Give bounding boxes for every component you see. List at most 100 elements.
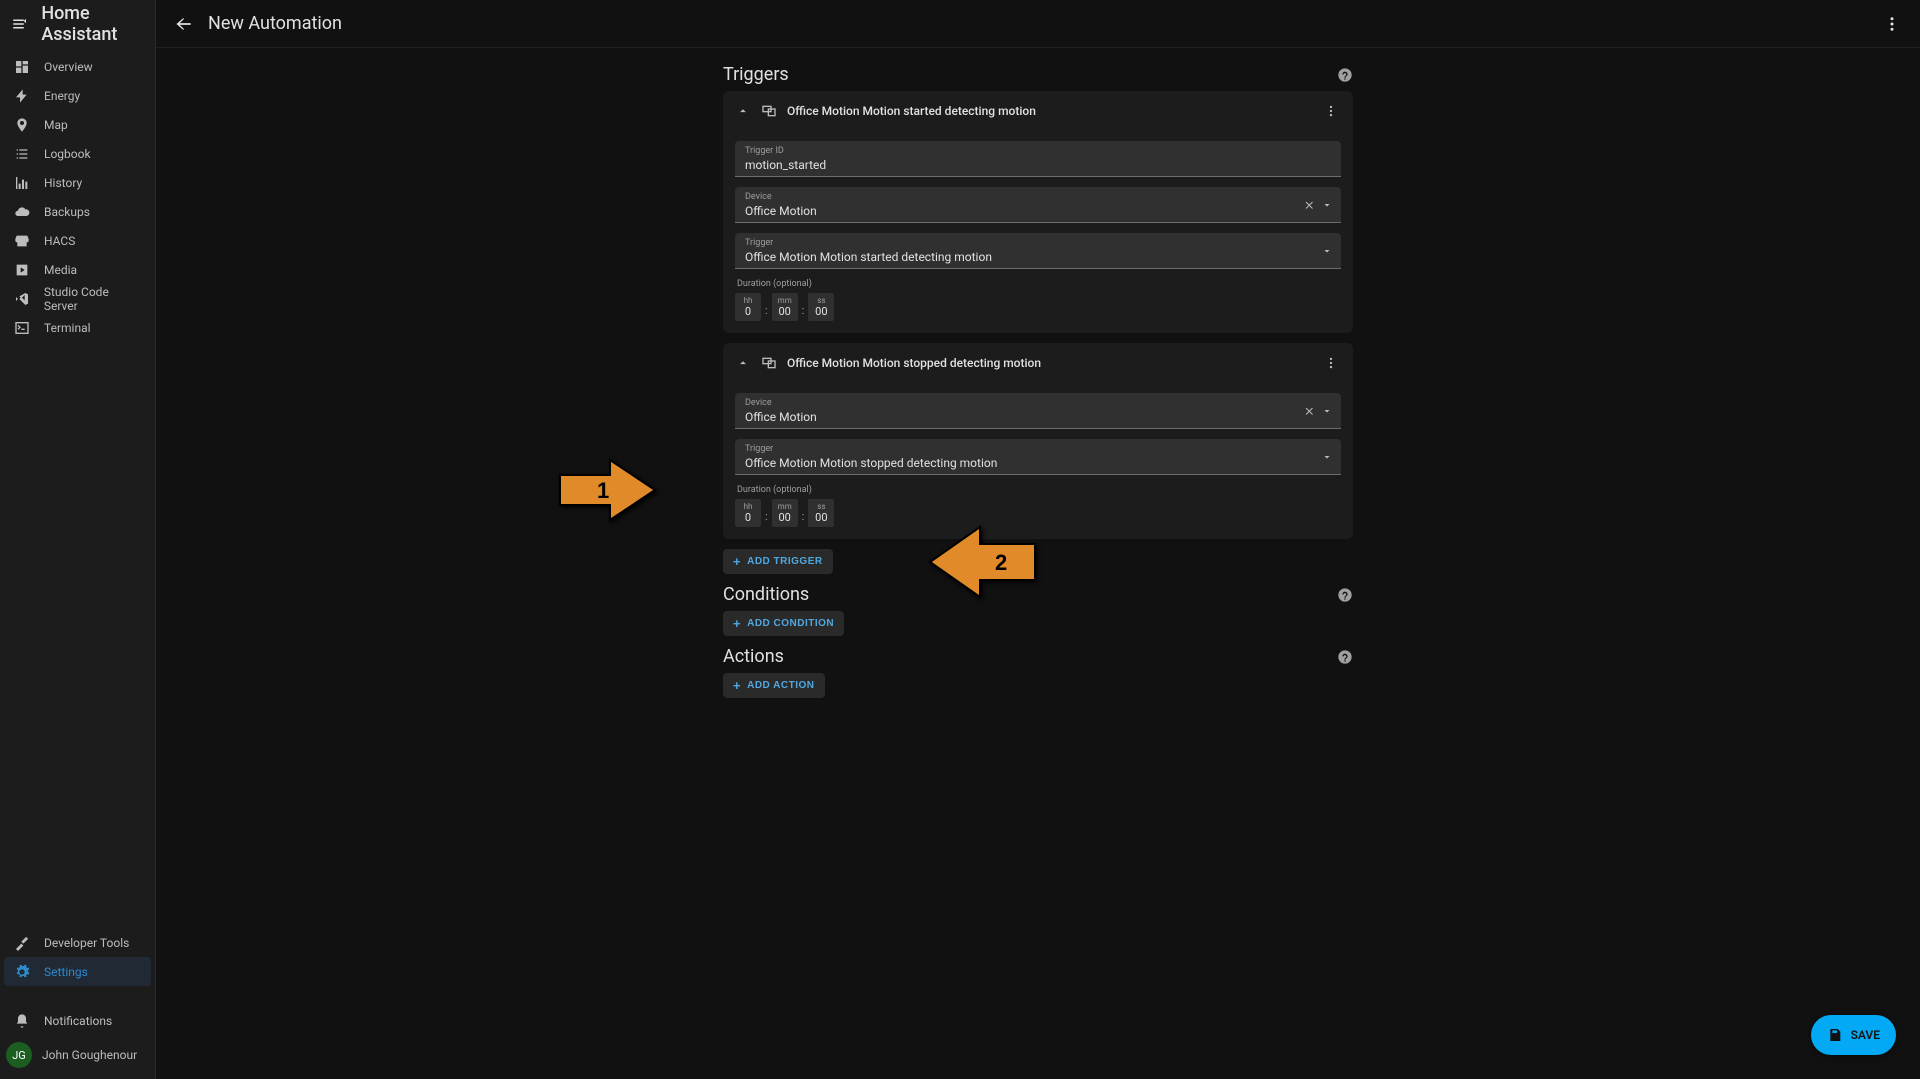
field-value: Office Motion bbox=[745, 204, 1331, 218]
clear-icon[interactable] bbox=[1303, 405, 1315, 417]
field-value: Office Motion Motion stopped detecting m… bbox=[745, 456, 1331, 470]
app-title: Home Assistant bbox=[41, 3, 145, 45]
chevron-down-icon[interactable] bbox=[1321, 245, 1333, 257]
svg-text:2: 2 bbox=[995, 550, 1007, 575]
chevron-down-icon[interactable] bbox=[1321, 405, 1333, 417]
actions-title: Actions bbox=[723, 646, 784, 667]
sidebar-item-label: Backups bbox=[44, 205, 90, 219]
field-label: Trigger ID bbox=[745, 147, 1331, 156]
field-label: Trigger bbox=[745, 445, 1331, 454]
help-icon[interactable] bbox=[1337, 649, 1353, 665]
bell-icon bbox=[10, 1013, 34, 1029]
sidebar-user[interactable]: JG John Goughenour bbox=[0, 1035, 155, 1075]
plus-icon: + bbox=[733, 679, 741, 692]
sidebar-item-label: Developer Tools bbox=[44, 936, 129, 950]
sidebar-item-history[interactable]: History bbox=[0, 168, 155, 197]
svg-text:1: 1 bbox=[597, 478, 609, 503]
sidebar-item-label: Studio Code Server bbox=[44, 285, 145, 313]
sidebar-item-studio-code[interactable]: Studio Code Server bbox=[0, 284, 155, 313]
sidebar-list: Overview Energy Map Logbook History Back… bbox=[0, 48, 155, 928]
sidebar-item-devtools[interactable]: Developer Tools bbox=[0, 928, 155, 957]
add-condition-button[interactable]: + ADD CONDITION bbox=[723, 611, 844, 636]
duration-ss[interactable]: ss00 bbox=[808, 293, 834, 321]
trigger-card: Office Motion Motion started detecting m… bbox=[723, 91, 1353, 333]
help-icon[interactable] bbox=[1337, 587, 1353, 603]
sidebar-item-terminal[interactable]: Terminal bbox=[0, 313, 155, 342]
vscode-icon bbox=[10, 291, 34, 307]
topbar: New Automation bbox=[156, 0, 1920, 48]
remaining-duration-label: Duration (optional) bbox=[737, 485, 1341, 495]
field-label: Trigger bbox=[745, 239, 1331, 248]
sidebar-item-label: HACS bbox=[44, 234, 75, 248]
save-button[interactable]: SAVE bbox=[1811, 1015, 1896, 1055]
sidebar-item-settings[interactable]: Settings bbox=[4, 957, 151, 986]
map-icon bbox=[10, 117, 34, 133]
chevron-up-icon[interactable] bbox=[733, 101, 753, 121]
chart-icon bbox=[10, 175, 34, 191]
trigger-id-field[interactable]: Trigger ID motion_started bbox=[735, 141, 1341, 177]
device-field[interactable]: Device Office Motion bbox=[735, 187, 1341, 223]
user-name: John Goughenour bbox=[42, 1048, 137, 1062]
duration-ss[interactable]: ss00 bbox=[808, 499, 834, 527]
chevron-down-icon[interactable] bbox=[1321, 199, 1333, 211]
sidebar-item-energy[interactable]: Energy bbox=[0, 81, 155, 110]
duration-hh[interactable]: hh0 bbox=[735, 499, 761, 527]
trigger-card-title: Office Motion Motion started detecting m… bbox=[787, 104, 1036, 118]
wrench-icon bbox=[10, 935, 34, 951]
trigger-field[interactable]: Trigger Office Motion Motion started det… bbox=[735, 233, 1341, 269]
play-box-icon bbox=[10, 262, 34, 278]
sidebar-item-label: Logbook bbox=[44, 147, 91, 161]
field-value: Office Motion Motion started detecting m… bbox=[745, 250, 1331, 264]
page-title: New Automation bbox=[208, 13, 342, 34]
trigger-card-header: Office Motion Motion stopped detecting m… bbox=[723, 343, 1353, 383]
section-triggers: Triggers Office Motion Motion started de… bbox=[723, 64, 1353, 574]
add-action-button[interactable]: + ADD ACTION bbox=[723, 673, 825, 698]
save-icon bbox=[1827, 1027, 1843, 1043]
sidebar: Home Assistant Overview Energy Map Logbo… bbox=[0, 0, 156, 1079]
sidebar-item-overview[interactable]: Overview bbox=[0, 52, 155, 81]
dashboard-icon bbox=[10, 59, 34, 75]
sidebar-item-logbook[interactable]: Logbook bbox=[0, 139, 155, 168]
triggers-title: Triggers bbox=[723, 64, 789, 85]
cloud-icon bbox=[10, 204, 34, 220]
add-trigger-button[interactable]: + ADD TRIGGER bbox=[723, 549, 833, 574]
trigger-overflow-menu[interactable] bbox=[1319, 99, 1343, 123]
hamburger-menu-icon[interactable] bbox=[10, 12, 29, 36]
plus-icon: + bbox=[733, 617, 741, 630]
list-icon bbox=[10, 146, 34, 162]
duration-mm[interactable]: mm00 bbox=[772, 293, 798, 321]
back-button[interactable] bbox=[168, 8, 200, 40]
store-icon bbox=[10, 233, 34, 249]
field-label: Device bbox=[745, 399, 1331, 408]
trigger-overflow-menu[interactable] bbox=[1319, 351, 1343, 375]
page-overflow-menu[interactable] bbox=[1876, 8, 1908, 40]
sidebar-item-label: Map bbox=[44, 118, 68, 132]
avatar: JG bbox=[6, 1042, 32, 1068]
sidebar-item-label: Terminal bbox=[44, 321, 91, 335]
sidebar-item-backups[interactable]: Backups bbox=[0, 197, 155, 226]
conditions-title: Conditions bbox=[723, 584, 809, 605]
trigger-card-header: Office Motion Motion started detecting m… bbox=[723, 91, 1353, 131]
duration-hh[interactable]: hh0 bbox=[735, 293, 761, 321]
terminal-icon bbox=[10, 320, 34, 336]
chevron-down-icon[interactable] bbox=[1321, 451, 1333, 463]
annotation-arrow-2: 2 bbox=[925, 522, 1040, 602]
sidebar-item-label: Notifications bbox=[44, 1014, 112, 1028]
plus-icon: + bbox=[733, 555, 741, 568]
clear-icon[interactable] bbox=[1303, 199, 1315, 211]
trigger-field[interactable]: Trigger Office Motion Motion stopped det… bbox=[735, 439, 1341, 475]
duration-mm[interactable]: mm00 bbox=[772, 499, 798, 527]
sidebar-item-hacs[interactable]: HACS bbox=[0, 226, 155, 255]
duration-input[interactable]: hh0 : mm00 : ss00 bbox=[735, 293, 1341, 321]
field-label: Device bbox=[745, 193, 1331, 202]
device-icon bbox=[759, 101, 779, 121]
annotation-arrow-1: 1 bbox=[555, 455, 660, 525]
chevron-up-icon[interactable] bbox=[733, 353, 753, 373]
sidebar-item-notifications[interactable]: Notifications bbox=[0, 1006, 155, 1035]
trigger-card: Office Motion Motion stopped detecting m… bbox=[723, 343, 1353, 539]
sidebar-item-map[interactable]: Map bbox=[0, 110, 155, 139]
help-icon[interactable] bbox=[1337, 67, 1353, 83]
sidebar-item-media[interactable]: Media bbox=[0, 255, 155, 284]
device-field[interactable]: Device Office Motion bbox=[735, 393, 1341, 429]
trigger-card-title: Office Motion Motion stopped detecting m… bbox=[787, 356, 1041, 370]
